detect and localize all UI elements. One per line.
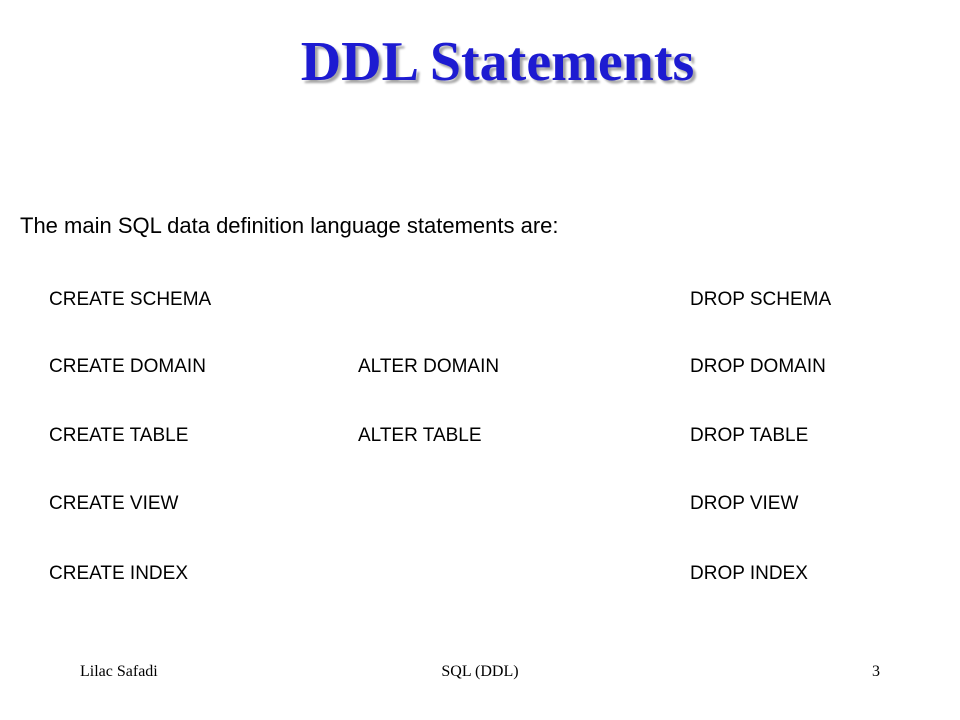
statement-create-index: CREATE INDEX (49, 563, 189, 584)
statement-create-schema: CREATE SCHEMA (49, 289, 212, 310)
page-number: 3 (872, 663, 880, 680)
intro-text: The main SQL data definition language st… (20, 213, 559, 238)
slide: DDL Statements The main SQL data definit… (0, 0, 960, 720)
statement-create-domain: CREATE DOMAIN (49, 356, 206, 377)
footer-topic: SQL (DDL) (441, 663, 519, 680)
statement-alter-domain: ALTER DOMAIN (358, 356, 500, 377)
slide-title: DDL Statements (300, 31, 695, 93)
statement-drop-view: DROP VIEW (690, 493, 799, 514)
statement-drop-domain: DROP DOMAIN (690, 356, 826, 377)
statement-alter-table: ALTER TABLE (358, 425, 482, 446)
statement-create-table: CREATE TABLE (49, 425, 189, 446)
statement-create-view: CREATE VIEW (49, 493, 179, 514)
statement-drop-table: DROP TABLE (690, 425, 809, 446)
footer-author: Lilac Safadi (80, 663, 158, 680)
statement-drop-schema: DROP SCHEMA (690, 289, 832, 310)
statement-drop-index: DROP INDEX (690, 563, 808, 584)
